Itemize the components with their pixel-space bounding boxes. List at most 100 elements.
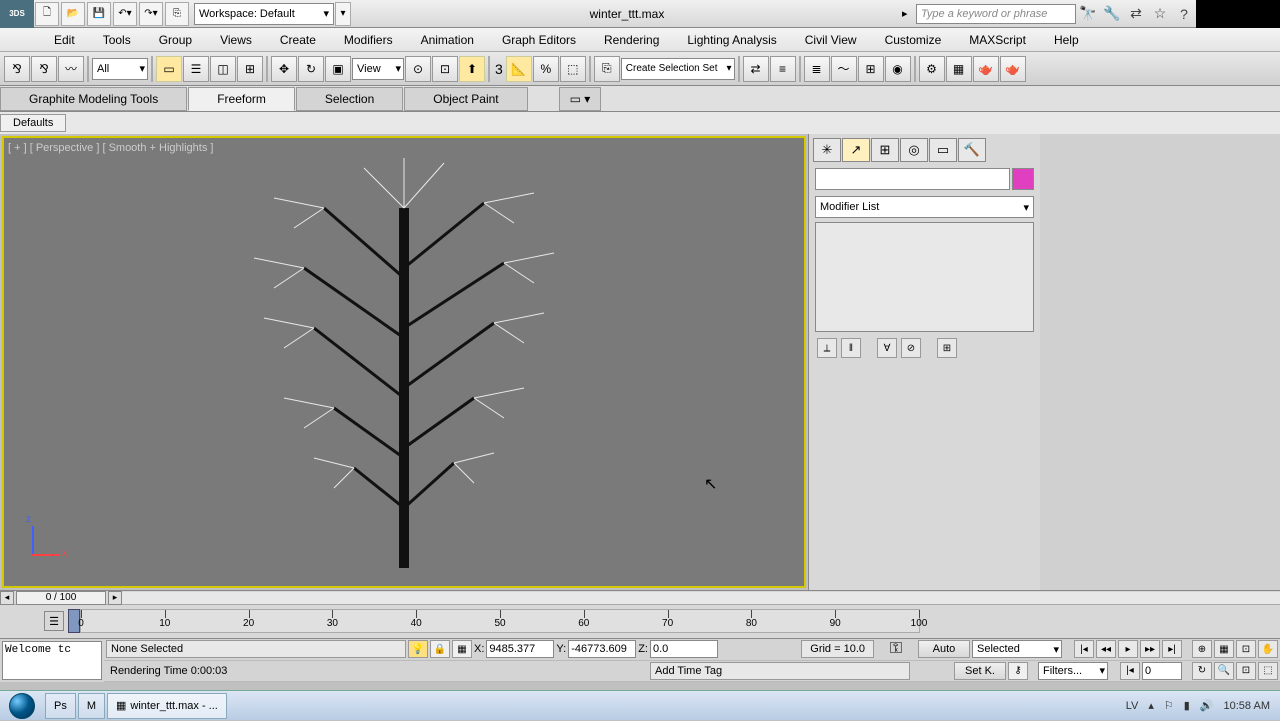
menu-animation[interactable]: Animation <box>407 28 488 52</box>
menu-group[interactable]: Group <box>145 28 206 52</box>
named-sel-icon[interactable]: ⎘ <box>594 56 620 82</box>
exchange-icon[interactable]: ⇄ <box>1124 2 1148 26</box>
save-icon[interactable]: 💾 <box>87 2 111 26</box>
select-link-icon[interactable]: ⅋ <box>4 56 30 82</box>
key-icon[interactable]: ⚿ <box>876 640 916 658</box>
modifier-list-dropdown[interactable]: Modifier List <box>815 196 1034 218</box>
menu-civil-view[interactable]: Civil View <box>791 28 871 52</box>
frame-spinner[interactable]: 0 <box>1142 662 1182 680</box>
motion-tab-icon[interactable]: ◎ <box>900 138 928 162</box>
open-icon[interactable]: 📂 <box>61 2 85 26</box>
curve-editor-icon[interactable]: 〜 <box>831 56 857 82</box>
bind-icon[interactable]: 〰 <box>58 56 84 82</box>
configure-icon[interactable]: ⊞ <box>937 338 957 358</box>
select-name-icon[interactable]: ☰ <box>183 56 209 82</box>
window-controls[interactable] <box>1196 0 1280 28</box>
search-input[interactable]: Type a keyword or phrase <box>916 4 1076 24</box>
unlink-icon[interactable]: ⅋ <box>31 56 57 82</box>
scroll-left-icon[interactable]: ◂ <box>0 591 14 605</box>
redo-icon[interactable]: ↷▾ <box>139 2 163 26</box>
select-object-icon[interactable]: ▭ <box>156 56 182 82</box>
x-coord-input[interactable] <box>486 640 554 658</box>
selection-set-dropdown[interactable]: Create Selection Set <box>621 58 735 80</box>
lang-indicator[interactable]: LV <box>1126 700 1139 712</box>
nav-4-icon[interactable]: ✋ <box>1258 640 1278 658</box>
workspace-dropdown[interactable]: Workspace: Default <box>194 3 334 25</box>
prev-frame-icon[interactable]: ◂◂ <box>1096 640 1116 658</box>
taskbar-app-3dsmax[interactable]: ▦ winter_ttt.max - ... <box>107 693 227 719</box>
unique-icon[interactable]: ∀ <box>877 338 897 358</box>
nav-5-icon[interactable]: ↻ <box>1192 662 1212 680</box>
scroll-track[interactable] <box>122 592 1280 604</box>
tray-up-icon[interactable]: ▴ <box>1148 699 1154 712</box>
nav-1-icon[interactable]: ⊕ <box>1192 640 1212 658</box>
window-crossing-icon[interactable]: ⊞ <box>237 56 263 82</box>
taskbar-app-2[interactable]: M <box>78 693 105 719</box>
use-center-icon[interactable]: ⊙ <box>405 56 431 82</box>
play-icon[interactable]: ▸ <box>902 7 916 20</box>
key-filter-dropdown[interactable]: Selected <box>972 640 1062 658</box>
time-tag[interactable]: Add Time Tag <box>650 662 910 680</box>
manipulate-icon[interactable]: ⊡ <box>432 56 458 82</box>
select-region-icon[interactable]: ◫ <box>210 56 236 82</box>
goto-start-icon[interactable]: |◂ <box>1074 640 1094 658</box>
hierarchy-tab-icon[interactable]: ⊞ <box>871 138 899 162</box>
viewport-label[interactable]: [ + ] [ Perspective ] [ Smooth + Highlig… <box>8 142 213 154</box>
app-logo[interactable]: 3DS <box>0 0 34 28</box>
menu-maxscript[interactable]: MAXScript <box>955 28 1040 52</box>
play-icon[interactable]: ▸ <box>1118 640 1138 658</box>
system-tray[interactable]: LV ▴ ⚐ ▮ 🔊 10:58 AM <box>1116 699 1280 712</box>
selection-filter-dropdown[interactable]: All <box>92 58 148 80</box>
volume-icon[interactable]: 🔊 <box>1200 699 1214 712</box>
goto-end-icon[interactable]: ▸| <box>1162 640 1182 658</box>
nav-3-icon[interactable]: ⊡ <box>1236 640 1256 658</box>
key-mode-icon[interactable]: ⚷ <box>1008 662 1028 680</box>
modify-tab-icon[interactable]: ↗ <box>842 138 870 162</box>
workspace-menu-icon[interactable]: ▾ <box>335 2 351 26</box>
move-icon[interactable]: ✥ <box>271 56 297 82</box>
keyboard-shortcut-icon[interactable]: ⬆ <box>459 56 485 82</box>
undo-icon[interactable]: ↶▾ <box>113 2 137 26</box>
ref-coord-dropdown[interactable]: View <box>352 58 404 80</box>
flag-icon[interactable]: ⚐ <box>1164 699 1174 712</box>
tab-freeform[interactable]: Freeform <box>188 87 295 111</box>
nav-7-icon[interactable]: ⊡ <box>1236 662 1256 680</box>
next-frame-icon[interactable]: ▸▸ <box>1140 640 1160 658</box>
link-icon[interactable]: ⎘ <box>165 2 189 26</box>
show-end-icon[interactable]: ‖ <box>841 338 861 358</box>
angle-snap-icon[interactable]: 📐 <box>506 56 532 82</box>
maxscript-listener[interactable]: Welcome tc <box>2 641 102 680</box>
ribbon-collapse-icon[interactable]: ▭ ▾ <box>559 87 602 111</box>
render-setup-icon[interactable]: ⚙ <box>919 56 945 82</box>
scale-icon[interactable]: ▣ <box>325 56 351 82</box>
subtab-defaults[interactable]: Defaults <box>0 114 66 132</box>
menu-modifiers[interactable]: Modifiers <box>330 28 407 52</box>
utilities-tab-icon[interactable]: 🔨 <box>958 138 986 162</box>
tab-selection[interactable]: Selection <box>296 87 403 111</box>
percent-snap-icon[interactable]: % <box>533 56 559 82</box>
network-icon[interactable]: ▮ <box>1184 699 1190 712</box>
modifier-stack[interactable] <box>815 222 1034 332</box>
object-color-swatch[interactable] <box>1012 168 1034 190</box>
new-icon[interactable]: 🗋 <box>35 2 59 26</box>
time-ruler[interactable]: 0102030405060708090100 <box>80 609 920 633</box>
set-key-button[interactable]: Set K. <box>954 662 1006 680</box>
timeline-menu-icon[interactable]: ☰ <box>44 611 64 631</box>
render-icon[interactable]: 🫖 <box>973 56 999 82</box>
star-icon[interactable]: ☆ <box>1148 2 1172 26</box>
selection-lock-icon[interactable]: 🔒 <box>430 640 450 658</box>
binoculars-icon[interactable]: 🔭 <box>1076 2 1100 26</box>
object-name-input[interactable] <box>815 168 1010 190</box>
isolate-icon[interactable]: ▦ <box>452 640 472 658</box>
clock[interactable]: 10:58 AM <box>1224 700 1270 712</box>
scroll-right-icon[interactable]: ▸ <box>108 591 122 605</box>
menu-lighting-analysis[interactable]: Lighting Analysis <box>673 28 790 52</box>
nav-2-icon[interactable]: ▦ <box>1214 640 1234 658</box>
help-icon[interactable]: ? <box>1172 2 1196 26</box>
auto-key-button[interactable]: Auto <box>918 640 970 658</box>
align-icon[interactable]: ≡ <box>770 56 796 82</box>
nav-8-icon[interactable]: ⬚ <box>1258 662 1278 680</box>
viewport-perspective[interactable]: [ + ] [ Perspective ] [ Smooth + Highlig… <box>2 136 806 588</box>
menu-views[interactable]: Views <box>206 28 266 52</box>
prev-key-icon[interactable]: |◂ <box>1120 662 1140 680</box>
